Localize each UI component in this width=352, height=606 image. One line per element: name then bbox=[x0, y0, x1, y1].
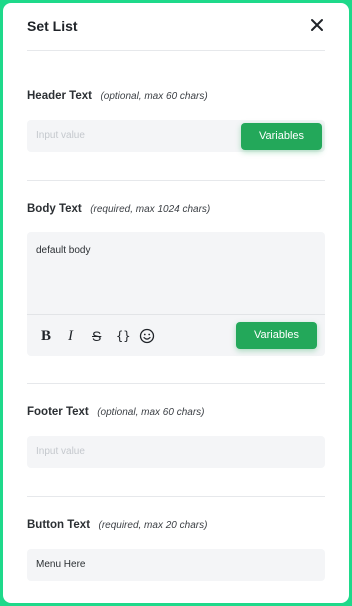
footer-text-label: Footer Text bbox=[27, 406, 89, 418]
footer-text-input[interactable]: Input value bbox=[27, 436, 325, 468]
strikethrough-button[interactable]: S bbox=[92, 328, 108, 344]
bold-button[interactable]: B bbox=[41, 328, 57, 344]
header-text-label: Header Text bbox=[27, 90, 92, 102]
panel-header: Set List bbox=[3, 3, 349, 51]
body-text-editor[interactable]: default body B I S {} Variables bbox=[27, 232, 325, 356]
footer-text-placeholder: Input value bbox=[36, 446, 85, 457]
button-text-label: Button Text bbox=[27, 519, 91, 531]
code-button[interactable]: {} bbox=[116, 328, 134, 344]
body-text-value: default body bbox=[36, 245, 91, 256]
footer-text-hint: (optional, max 60 chars) bbox=[97, 407, 205, 418]
header-text-hint: (optional, max 60 chars) bbox=[100, 91, 208, 102]
divider bbox=[27, 496, 325, 497]
italic-button[interactable]: I bbox=[68, 328, 84, 344]
header-variables-button[interactable]: Variables bbox=[241, 123, 322, 150]
header-text-placeholder: Input value bbox=[36, 130, 85, 141]
body-variables-button[interactable]: Variables bbox=[236, 322, 317, 349]
header-text-label-row: Header Text (optional, max 60 chars) bbox=[27, 86, 208, 104]
close-icon[interactable] bbox=[308, 16, 326, 34]
body-text-label-row: Body Text (required, max 1024 chars) bbox=[27, 199, 210, 217]
divider bbox=[27, 50, 325, 51]
button-text-input[interactable]: Menu Here bbox=[27, 549, 325, 581]
footer-text-label-row: Footer Text (optional, max 60 chars) bbox=[27, 402, 205, 420]
button-text-hint: (required, max 20 chars) bbox=[98, 520, 208, 531]
button-text-label-row: Button Text (required, max 20 chars) bbox=[27, 515, 207, 533]
toolbar-divider bbox=[27, 314, 325, 315]
panel-title: Set List bbox=[27, 18, 78, 34]
divider bbox=[27, 180, 325, 181]
body-text-hint: (required, max 1024 chars) bbox=[90, 204, 211, 215]
body-text-label: Body Text bbox=[27, 203, 82, 215]
set-list-panel: Set List Header Text (optional, max 60 c… bbox=[3, 3, 349, 603]
smile-icon[interactable] bbox=[139, 328, 155, 344]
divider bbox=[27, 383, 325, 384]
button-text-value: Menu Here bbox=[36, 559, 86, 570]
